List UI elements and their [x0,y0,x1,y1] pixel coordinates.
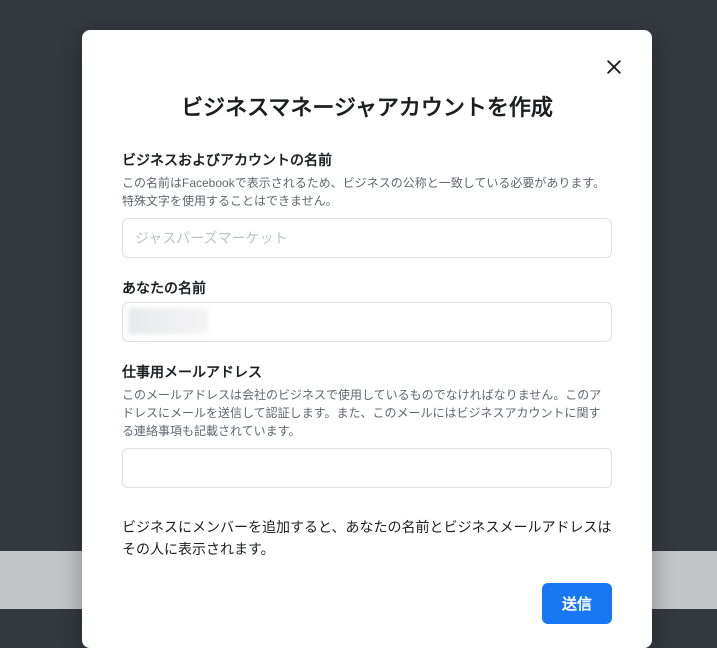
work-email-label: 仕事用メールアドレス [122,362,612,382]
your-name-label: あなたの名前 [122,278,612,298]
close-button[interactable] [600,54,628,82]
submit-button[interactable]: 送信 [542,583,612,624]
business-name-group: ビジネスおよびアカウントの名前 この名前はFacebookで表示されるため、ビジ… [122,150,612,258]
your-name-group: あなたの名前 [122,278,612,342]
business-name-input[interactable] [122,218,612,258]
your-name-input[interactable] [122,302,612,342]
work-email-desc: このメールアドレスは会社のビジネスで使用しているものでなければなりません。このア… [122,386,612,440]
create-business-manager-modal: ビジネスマネージャアカウントを作成 ビジネスおよびアカウントの名前 この名前はF… [82,30,652,648]
disclosure-text: ビジネスにメンバーを追加すると、あなたの名前とビジネスメールアドレスはその人に表… [122,516,612,561]
business-name-desc: この名前はFacebookで表示されるため、ビジネスの公称と一致している必要があ… [122,174,612,210]
modal-title: ビジネスマネージャアカウントを作成 [122,90,612,122]
close-icon [604,57,624,80]
work-email-group: 仕事用メールアドレス このメールアドレスは会社のビジネスで使用しているものでなけ… [122,362,612,488]
business-name-label: ビジネスおよびアカウントの名前 [122,150,612,170]
work-email-input[interactable] [122,448,612,488]
button-row: 送信 [122,583,612,624]
